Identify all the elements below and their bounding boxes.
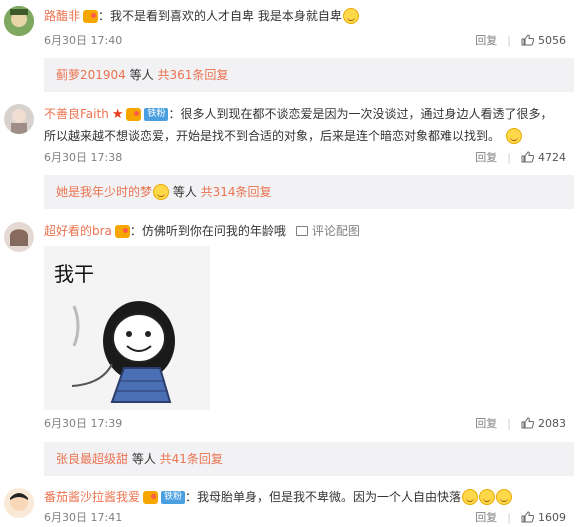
awkward-emoji-icon bbox=[506, 128, 523, 144]
vip-badge-icon bbox=[143, 491, 159, 504]
comment-time: 6月30日 17:39 bbox=[44, 417, 123, 430]
vip-badge-icon bbox=[126, 108, 142, 121]
replies-count-link[interactable]: 共314条回复 bbox=[201, 185, 272, 199]
vip-badge-icon bbox=[114, 225, 130, 238]
avatar-image bbox=[4, 488, 34, 518]
avatar[interactable] bbox=[4, 488, 34, 518]
avatar[interactable] bbox=[4, 104, 34, 134]
comment-body-line2: 所以越来越不想谈恋爱，开始是找不到合适的对象，后来是连个暗恋对象都难以找到。 bbox=[44, 126, 523, 146]
replies-user[interactable]: 张良最超级甜 bbox=[56, 452, 128, 466]
fan-badge: 铁粉 bbox=[161, 491, 186, 504]
avatar-image bbox=[4, 6, 34, 36]
like-button[interactable]: 2083 bbox=[521, 417, 566, 430]
avatar[interactable] bbox=[4, 6, 34, 36]
username-link[interactable]: 番茄酱沙拉酱我爱 bbox=[44, 490, 140, 504]
replies-summary[interactable]: 蓟萝201904 等人 共361条回复 bbox=[44, 58, 574, 92]
reply-button[interactable]: 回复 bbox=[475, 417, 497, 430]
thumb-up-icon bbox=[521, 34, 534, 46]
comment-time: 6月30日 17:40 bbox=[44, 34, 123, 47]
comment-pic-link[interactable]: 评论配图 bbox=[312, 224, 360, 238]
grin-emoji-icon bbox=[462, 489, 479, 505]
replies-connector: 等人 bbox=[125, 68, 158, 82]
replies-count-link[interactable]: 共41条回复 bbox=[160, 452, 223, 466]
replies-user[interactable]: 她是我年少时的梦 bbox=[56, 185, 152, 199]
grin-emoji-icon bbox=[342, 8, 359, 24]
vip-badge-icon bbox=[83, 10, 99, 23]
star-badge-icon: ★ bbox=[111, 106, 124, 122]
comment-actions: 回复 | 1609 bbox=[475, 511, 566, 524]
sticker-drawing bbox=[71, 301, 175, 403]
like-count: 5056 bbox=[538, 34, 566, 47]
comment-sticker-image[interactable]: 我干 bbox=[44, 246, 210, 410]
like-button[interactable]: 1609 bbox=[521, 511, 566, 524]
replies-connector: 等人 bbox=[128, 452, 160, 466]
username-link[interactable]: 超好看的bra bbox=[44, 224, 112, 238]
replies-user[interactable]: 蓟萝201904 bbox=[56, 68, 126, 82]
avatar-image bbox=[4, 222, 34, 252]
like-count: 2083 bbox=[538, 417, 566, 430]
comment-actions: 回复 | 4724 bbox=[475, 151, 566, 164]
reply-button[interactable]: 回复 bbox=[475, 151, 497, 164]
avatar-image bbox=[4, 104, 34, 134]
comment-body: 超好看的bra ：仿佛听到你在问我的年龄哦 评论配图 bbox=[44, 221, 360, 241]
replies-summary[interactable]: 她是我年少时的梦 等人 共314条回复 bbox=[44, 175, 574, 209]
comment-text: ：我不是看到喜欢的人才自卑 我是本身就自卑 bbox=[98, 9, 342, 23]
comment-actions: 回复 | 5056 bbox=[475, 34, 566, 47]
comment-body: 番茄酱沙拉酱我爱 铁粉 ：我母胎单身，但是我不卑微。因为一个人自由快落 bbox=[44, 487, 513, 507]
thumb-up-icon bbox=[521, 511, 534, 523]
comment-actions: 回复 | 2083 bbox=[475, 417, 566, 430]
comment-body: 路醢非 ：我不是看到喜欢的人才自卑 我是本身就自卑 bbox=[44, 6, 359, 26]
comment-text: ：我母胎单身，但是我不卑微。因为一个人自由快落 bbox=[185, 490, 462, 504]
replies-connector: 等人 bbox=[169, 185, 201, 199]
comment-time: 6月30日 17:38 bbox=[44, 151, 123, 164]
comment-text: ：仿佛听到你在问我的年龄哦 bbox=[129, 224, 286, 238]
comment-time: 6月30日 17:41 bbox=[44, 511, 123, 524]
like-count: 1609 bbox=[538, 511, 566, 524]
emoji-icon bbox=[153, 184, 170, 200]
reply-button[interactable]: 回复 bbox=[475, 511, 497, 524]
username-link[interactable]: 路醢非 bbox=[44, 9, 80, 23]
grin-emoji-icon bbox=[496, 489, 513, 505]
thumb-up-icon bbox=[521, 417, 534, 429]
avatar[interactable] bbox=[4, 222, 34, 252]
reply-button[interactable]: 回复 bbox=[475, 34, 497, 47]
comment-body-line1: 不善良Faith ★ 铁粉 ：很多人到现在都不谈恋爱是因为一次没谈过，通过身边人看透了… bbox=[44, 104, 553, 125]
comment-text-line1: ：很多人到现在都不谈恋爱是因为一次没谈过，通过身边人看透了很多， bbox=[168, 107, 553, 121]
like-button[interactable]: 4724 bbox=[521, 151, 566, 164]
like-count: 4724 bbox=[538, 151, 566, 164]
picture-icon bbox=[295, 226, 308, 236]
replies-summary[interactable]: 张良最超级甜 等人 共41条回复 bbox=[44, 442, 574, 476]
username-link[interactable]: 不善良Faith bbox=[44, 107, 109, 121]
comment-text-line2: 所以越来越不想谈恋爱，开始是找不到合适的对象，后来是连个暗恋对象都难以找到。 bbox=[44, 129, 501, 143]
thumb-up-icon bbox=[521, 151, 534, 163]
replies-count-link[interactable]: 共361条回复 bbox=[157, 68, 228, 82]
like-button[interactable]: 5056 bbox=[521, 34, 566, 47]
grin-emoji-icon bbox=[479, 489, 496, 505]
fan-badge: 铁粉 bbox=[144, 108, 169, 121]
